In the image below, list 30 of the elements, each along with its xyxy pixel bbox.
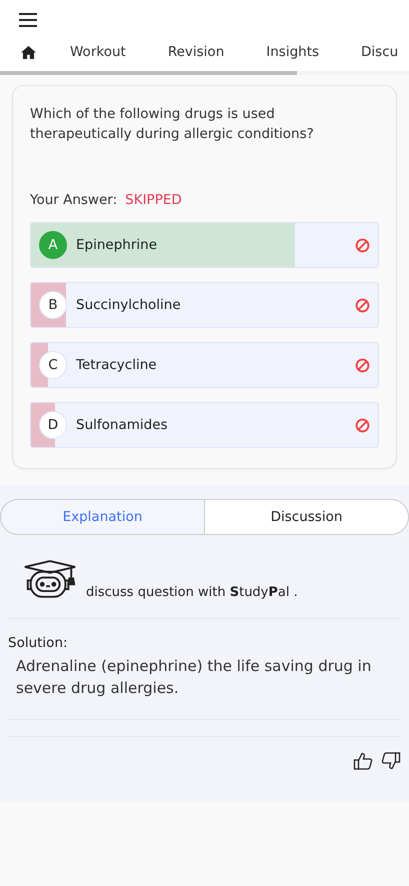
studypal-prompt: discuss question with StudyPal . [86, 585, 298, 600]
question-text: Which of the following drugs is used therapeutically during allergic conditions? [30, 105, 315, 144]
answer-option[interactable]: A Epinephrine [30, 222, 379, 268]
robot-graduate-icon [22, 557, 78, 600]
answer-option[interactable]: C Tetracycline [30, 342, 379, 388]
section-tab[interactable]: Discussion [205, 499, 409, 535]
thumbs-up-icon[interactable] [353, 751, 373, 771]
option-text: Sulfonamides [76, 417, 169, 433]
section-tab[interactable]: Explanation [0, 499, 205, 535]
nav-tab[interactable]: Insights [266, 44, 320, 60]
solution-label: Solution: [8, 635, 69, 651]
home-icon[interactable] [21, 46, 36, 58]
option-letter: D [39, 411, 67, 439]
answer-option[interactable]: B Succinylcholine [30, 282, 379, 328]
thumbs-down-icon[interactable] [381, 751, 401, 771]
nav-tab[interactable]: Discu [361, 44, 398, 60]
prohibited-icon [355, 238, 370, 252]
answer-option[interactable]: D Sulfonamides [30, 402, 379, 448]
prohibited-icon [355, 418, 370, 432]
solution-text: Adrenaline (epinephrine) the life saving drug in severe drug allergies. [16, 656, 372, 699]
prohibited-icon [355, 358, 370, 372]
option-text: Tetracycline [76, 357, 158, 373]
option-text: Succinylcholine [76, 297, 182, 313]
option-letter: C [39, 351, 67, 379]
prohibited-icon [355, 298, 370, 312]
answer-label: Your Answer: [30, 192, 118, 208]
answer-status: SKIPPED [125, 192, 182, 208]
nav-tab[interactable]: Workout [70, 44, 126, 60]
nav-tab[interactable]: Revision [168, 44, 224, 60]
option-text: Epinephrine [76, 237, 158, 253]
